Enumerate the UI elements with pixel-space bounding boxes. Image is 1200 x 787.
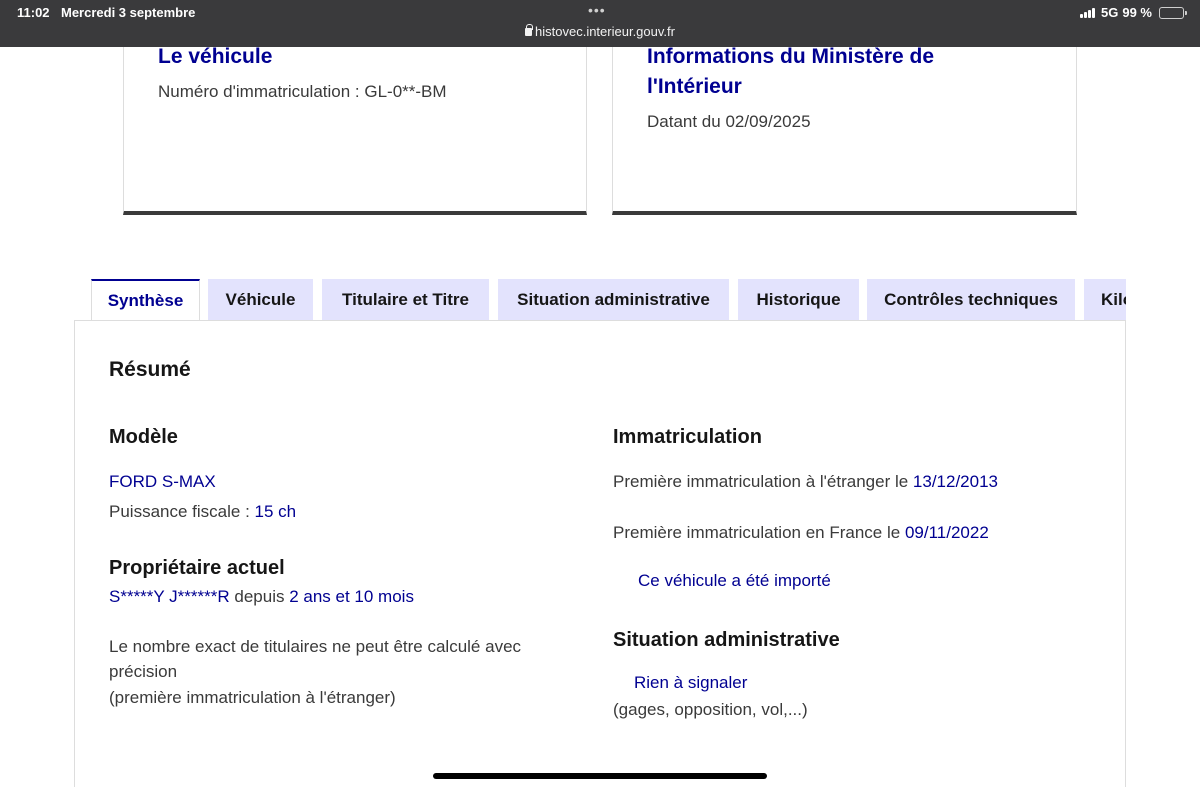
foreign-registration-label: Première immatriculation à l'étranger le [613,472,913,491]
fiscal-power: Puissance fiscale : 15 ch [109,499,296,524]
france-registration: Première immatriculation en France le 09… [613,520,989,545]
owner-note-line3: (première immatriculation à l'étranger) [109,688,396,707]
ministry-data-date: Datant du 02/09/2025 [647,112,811,131]
model-name: FORD S-MAX [109,472,216,491]
status-indicators: 5G 99 % [1080,5,1187,20]
admin-status-detail: (gages, opposition, vol,...) [613,700,808,719]
registration-heading: Immatriculation [613,426,762,448]
ministry-card: Informations du Ministère de l'Intérieur… [612,45,1077,215]
imported-vehicle-link[interactable]: Ce véhicule a été importé [638,571,831,591]
admin-status-link[interactable]: Rien à signaler [634,673,747,693]
status-date: Mercredi 3 septembre [61,5,196,20]
summary-panel: Résumé Modèle FORD S-MAX Puissance fisca… [74,320,1126,787]
model-heading: Modèle [109,426,178,448]
tab-situation-administrative[interactable]: Situation administrative [498,279,729,321]
vehicle-card-title: Le véhicule [158,45,273,68]
owner-heading: Propriétaire actuel [109,557,285,579]
network-type: 5G [1101,5,1119,20]
owner-name: S*****Y J******R [109,587,230,606]
url-text: histovec.interieur.gouv.fr [535,24,675,39]
admin-situation-heading: Situation administrative [613,629,840,651]
foreign-registration: Première immatriculation à l'étranger le… [613,469,998,494]
owner-note-line2: précision [109,662,178,681]
owner-since-label: depuis [229,587,290,606]
tab-controles-techniques[interactable]: Contrôles techniques [867,279,1075,321]
tab-kilometrage[interactable]: Kilométrage [1084,279,1126,321]
ministry-card-title: Informations du Ministère de l'Intérieur [647,45,935,98]
lock-icon [525,24,534,36]
fiscal-power-label: Puissance fiscale : [109,502,255,521]
home-indicator[interactable] [433,773,767,779]
signal-icon [1080,7,1096,18]
owner-info: S*****Y J******R depuis 2 ans et 10 mois [109,584,414,609]
tab-historique[interactable]: Historique [738,279,859,321]
owner-note-line1: Le nombre exact de titulaires ne peut êt… [109,637,522,656]
vehicle-card: Le véhicule Numéro d'immatriculation : G… [123,45,587,215]
france-registration-label: Première immatriculation en France le [613,523,905,542]
registration-number: Numéro d'immatriculation : GL-0**-BM [158,82,447,101]
france-registration-date: 09/11/2022 [904,523,989,542]
more-options-icon[interactable]: ••• [588,2,606,18]
owner-since-value: 2 ans et 10 mois [289,587,414,606]
summary-title: Résumé [109,358,191,381]
status-time: 11:02 [17,5,50,20]
status-bar: 11:02 Mercredi 3 septembre ••• histovec.… [0,0,1200,47]
tab-titulaire-titre[interactable]: Titulaire et Titre [322,279,489,321]
address-bar[interactable]: histovec.interieur.gouv.fr [0,24,1200,39]
foreign-registration-date: 13/12/2013 [912,472,999,491]
tab-bar: Synthèse Véhicule Titulaire et Titre Sit… [91,279,1126,321]
battery-percent: 99 % [1122,5,1152,20]
tab-vehicule[interactable]: Véhicule [208,279,313,321]
battery-icon [1159,6,1187,19]
tab-synthese[interactable]: Synthèse [91,279,200,321]
fiscal-power-value: 15 ch [254,502,297,521]
